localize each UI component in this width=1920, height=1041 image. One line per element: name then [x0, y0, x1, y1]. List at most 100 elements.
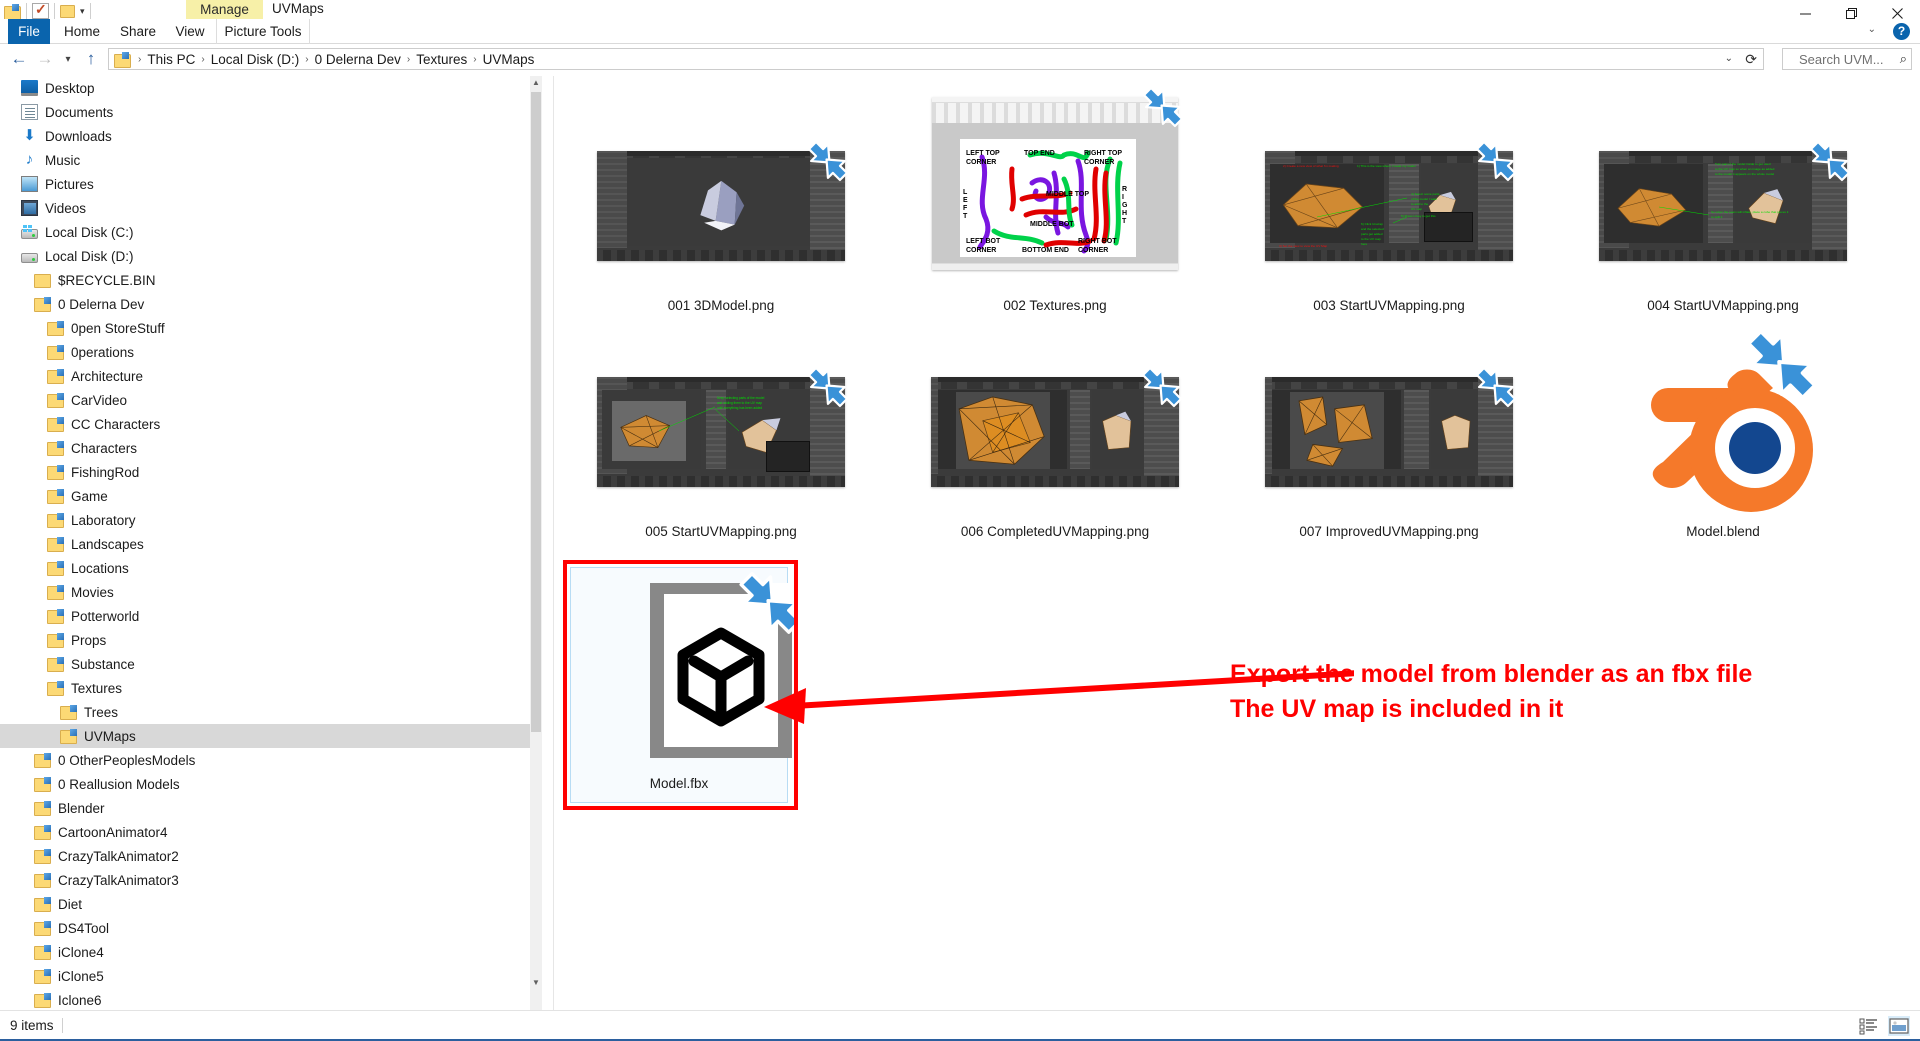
breadcrumb-separator-4: › — [473, 53, 477, 65]
recent-locations-button[interactable]: ▾ — [58, 46, 78, 72]
sidebar-item-downloads[interactable]: ⬇ Downloads — [0, 124, 542, 148]
svg-text:H: H — [1122, 210, 1127, 217]
sidebar-item-locations[interactable]: Locations — [0, 556, 542, 580]
sidebar-item-label: Pictures — [45, 176, 94, 192]
folder-properties-icon[interactable] — [4, 3, 21, 20]
scroll-down-arrow-icon[interactable]: ▼ — [530, 976, 542, 990]
sidebar-item-label: Props — [71, 632, 107, 648]
file-tile-model-blend[interactable]: Model.blend — [1556, 328, 1890, 552]
sidebar-item-crazytalkanimator2[interactable]: CrazyTalkAnimator2 — [0, 844, 542, 868]
sidebar-item-label: UVMaps — [84, 728, 136, 744]
breadcrumb-item-textures[interactable]: Textures — [413, 52, 470, 67]
breadcrumb-item-local-disk-d[interactable]: Local Disk (D:) — [208, 52, 303, 67]
item-count-label: 9 items — [10, 1018, 54, 1033]
sidebar-item-cc-characters[interactable]: CC Characters — [0, 412, 542, 436]
search-icon[interactable]: ⌕ — [1900, 51, 1907, 67]
thumbnail-002: LEFT TOP CORNER TOP END RIGHT TOP CORNER M… — [888, 70, 1222, 296]
file-tile-006-completeduvmapping[interactable]: 006 CompletedUVMapping.png — [888, 342, 1222, 552]
scroll-up-arrow-icon[interactable]: ▲ — [530, 76, 542, 90]
navigation-pane-scrollbar[interactable]: ▲ ▼ — [530, 76, 542, 1010]
sidebar-item-crazytalkanimator3[interactable]: CrazyTalkAnimator3 — [0, 868, 542, 892]
up-button[interactable]: ↑ — [78, 46, 104, 72]
sidebar-item-diet[interactable]: Diet — [0, 892, 542, 916]
sidebar-item-ds4tool[interactable]: DS4Tool — [0, 916, 542, 940]
sidebar-item-0-otherpeoplesmodels[interactable]: 0 OtherPeoplesModels — [0, 748, 542, 772]
breadcrumb-item-delerna-dev[interactable]: 0 Delerna Dev — [312, 52, 404, 67]
drive-windows-icon — [21, 224, 38, 239]
sidebar-item-laboratory[interactable]: Laboratory — [0, 508, 542, 532]
file-tile-002-textures[interactable]: LEFT TOP CORNER TOP END RIGHT TOP CORNER M… — [888, 70, 1222, 326]
sidebar-item-props[interactable]: Props — [0, 628, 542, 652]
breadcrumb-item-this-pc[interactable]: This PC — [144, 52, 198, 67]
sidebar-item-iclone6[interactable]: Iclone6 — [0, 988, 542, 1010]
folder-icon — [34, 273, 51, 288]
collapse-ribbon-chevron-icon[interactable]: ⌄ — [1868, 24, 1876, 35]
sidebar-item-local-disk-c[interactable]: Local Disk (C:) — [0, 220, 542, 244]
file-list-view[interactable]: 001 3DModel.png LEFT TOP CORNER TOP END … — [554, 76, 1920, 1010]
blender-uv-notes2-thumbnail: Turn part of the model inside to get use… — [1599, 140, 1851, 261]
sidebar-item-desktop[interactable]: Desktop — [0, 76, 542, 100]
breadcrumb[interactable]: › This PC › Local Disk (D:) › 0 Delerna … — [108, 48, 1764, 70]
sidebar-item-architecture[interactable]: Architecture — [0, 364, 542, 388]
sidebar-item-iclone4[interactable]: iClone4 — [0, 940, 542, 964]
folder-shared-icon — [47, 656, 64, 672]
sidebar-item-music[interactable]: ♪ Music — [0, 148, 542, 172]
sidebar-item-textures[interactable]: Textures — [0, 676, 542, 700]
new-folder-icon[interactable] — [60, 4, 75, 18]
details-view-icon[interactable] — [1858, 1016, 1880, 1036]
sidebar-item-label: Desktop — [45, 80, 95, 96]
tab-view[interactable]: View — [168, 19, 212, 44]
file-tile-007-improveduvmapping[interactable]: 007 ImprovedUVMapping.png — [1222, 342, 1556, 552]
sidebar-item-recycle-bin[interactable]: $RECYCLE.BIN — [0, 268, 542, 292]
sidebar-item-0-reallusion-models[interactable]: 0 Reallusion Models — [0, 772, 542, 796]
breadcrumb-item-uvmaps[interactable]: UVMaps — [480, 52, 538, 67]
folder-shared-icon — [47, 392, 64, 408]
sidebar-item-cartoonanimator4[interactable]: CartoonAnimator4 — [0, 820, 542, 844]
forward-button[interactable]: → — [32, 46, 58, 72]
back-button[interactable]: ← — [6, 46, 32, 72]
help-icon[interactable]: ? — [1893, 23, 1910, 40]
breadcrumb-dropdown-icon[interactable]: ⌄ — [1725, 53, 1733, 64]
sidebar-item-documents[interactable]: Documents — [0, 100, 542, 124]
sidebar-item-trees[interactable]: Trees — [0, 700, 542, 724]
sidebar-item-iclone5[interactable]: iClone5 — [0, 964, 542, 988]
sidebar-item-local-disk-d[interactable]: Local Disk (D:) — [0, 244, 542, 268]
large-icons-view-icon[interactable] — [1888, 1016, 1910, 1036]
sidebar-item-0pen-storestuff[interactable]: 0pen StoreStuff — [0, 316, 542, 340]
sidebar-item-movies[interactable]: Movies — [0, 580, 542, 604]
sidebar-item-potterworld[interactable]: Potterworld — [0, 604, 542, 628]
sidebar-item-game[interactable]: Game — [0, 484, 542, 508]
sidebar-item-substance[interactable]: Substance — [0, 652, 542, 676]
sidebar-item-videos[interactable]: Videos — [0, 196, 542, 220]
check-document-icon[interactable] — [32, 1, 49, 19]
svg-text:G: G — [1122, 202, 1128, 209]
sidebar-item-blender[interactable]: Blender — [0, 796, 542, 820]
folder-shared-icon — [47, 632, 64, 648]
file-tile-001-3dmodel[interactable]: 001 3DModel.png — [554, 116, 888, 326]
file-tile-005-startuvmapping[interactable]: Keep selecting parts of the model and ad… — [554, 342, 888, 552]
file-tile-model-fbx[interactable]: Model.fbx — [554, 566, 804, 806]
sidebar-item-0perations[interactable]: 0perations — [0, 340, 542, 364]
tab-file[interactable]: File — [8, 19, 50, 44]
file-tile-004-startuvmapping[interactable]: Turn part of the model inside to get use… — [1556, 116, 1890, 326]
blender-uv-split-thumbnail — [1265, 366, 1517, 487]
sidebar-item-landscapes[interactable]: Landscapes — [0, 532, 542, 556]
search-input[interactable]: Search UVM... ⌕ — [1782, 48, 1912, 70]
scrollbar-thumb[interactable] — [531, 92, 541, 732]
refresh-icon[interactable]: ⟳ — [1745, 51, 1757, 68]
navigation-pane[interactable]: Desktop Documents ⬇ Downloads ♪ Music Pictures… — [0, 76, 542, 1010]
sidebar-item-0-delerna-dev[interactable]: 0 Delerna Dev — [0, 292, 542, 316]
sidebar-item-label: Videos — [45, 200, 87, 216]
folder-shared-icon — [34, 920, 51, 936]
file-tile-003-startuvmapping[interactable]: 1) This is the view where I made my mode… — [1222, 116, 1556, 326]
sidebar-item-characters[interactable]: Characters — [0, 436, 542, 460]
sidebar-item-pictures[interactable]: Pictures — [0, 172, 542, 196]
breadcrumb-separator-2: › — [305, 53, 309, 65]
sidebar-item-fishingrod[interactable]: FishingRod — [0, 460, 542, 484]
sidebar-item-uvmaps[interactable]: UVMaps — [0, 724, 542, 748]
tab-home[interactable]: Home — [56, 19, 108, 44]
tab-picture-tools[interactable]: Picture Tools — [216, 19, 310, 44]
customize-quick-access-chevron-icon[interactable]: ▾ — [80, 4, 85, 18]
sidebar-item-carvideo[interactable]: CarVideo — [0, 388, 542, 412]
tab-share[interactable]: Share — [112, 19, 164, 44]
